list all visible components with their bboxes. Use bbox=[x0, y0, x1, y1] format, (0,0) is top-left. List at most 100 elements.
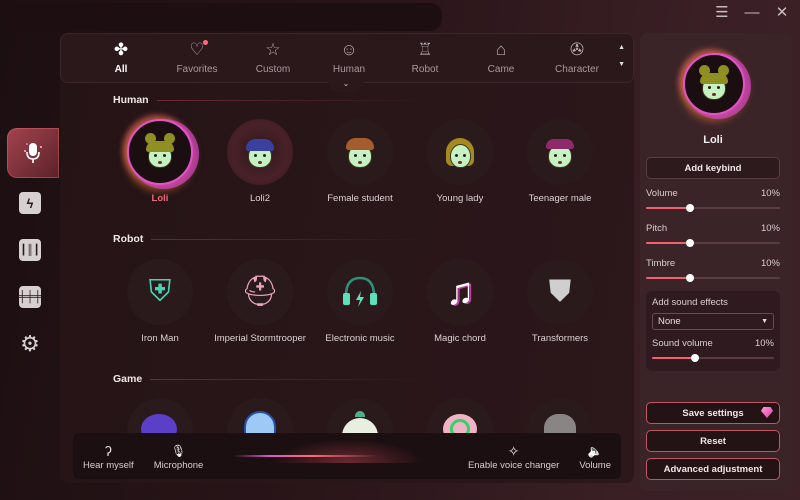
minimize-icon[interactable]: — bbox=[744, 4, 760, 22]
voice-name: Magic chord bbox=[434, 333, 486, 344]
gamepad-icon: ⌂ bbox=[495, 40, 507, 59]
voice-avatar: ⛊ bbox=[527, 259, 593, 325]
timbre-slider[interactable]: Timbre 10% bbox=[646, 258, 780, 282]
voice-name: Teenager male bbox=[528, 193, 592, 204]
female-student-face-icon bbox=[340, 132, 380, 172]
loli2-face-icon bbox=[240, 132, 280, 172]
save-settings-button[interactable]: Save settings bbox=[646, 402, 780, 424]
tab-human[interactable]: ☺ Human bbox=[311, 34, 387, 82]
gear-icon: ⚙ bbox=[20, 331, 40, 356]
tab-all[interactable]: ✤ All bbox=[83, 34, 159, 82]
reset-button[interactable]: Reset bbox=[646, 430, 780, 452]
clover-icon: ✤ bbox=[113, 40, 129, 59]
notification-dot bbox=[202, 40, 208, 45]
section-title-robot: Robot bbox=[113, 233, 427, 245]
voice-item-teenager-male[interactable]: Teenager male bbox=[510, 119, 610, 204]
hear-myself-button[interactable]: ʔ Hear myself bbox=[73, 442, 144, 471]
voice-item-female-student[interactable]: Female student bbox=[310, 119, 410, 204]
slider-value: 10% bbox=[760, 258, 780, 269]
sliders-icon: ╪╪╪ bbox=[18, 286, 42, 308]
slider-track[interactable] bbox=[646, 274, 780, 282]
tab-label: Custom bbox=[255, 64, 291, 75]
sound-volume-slider[interactable]: Sound volume 10% bbox=[652, 338, 774, 362]
slider-thumb[interactable] bbox=[686, 274, 695, 282]
tab-label: Character bbox=[555, 64, 599, 75]
voice-item-electronic-music[interactable]: Electronic music bbox=[310, 259, 410, 344]
microphone-icon bbox=[24, 143, 42, 163]
person-icon: ☺ bbox=[340, 40, 358, 59]
speaker-icon: 🔈 bbox=[587, 443, 603, 458]
section-divider bbox=[156, 99, 432, 101]
enable-voice-changer-label: Enable voice changer bbox=[467, 459, 560, 471]
voice-changer-app: ☰ — ✕ ϟ ┃║┃ ╪╪╪ ⚙ ✤ All ♡ Favorites ☆ Cu… bbox=[0, 0, 800, 500]
add-keybind-button[interactable]: Add keybind bbox=[646, 157, 780, 179]
volume-button[interactable]: 🔈 Volume bbox=[569, 442, 621, 471]
slider-track[interactable] bbox=[646, 239, 780, 247]
teenager-male-face-icon bbox=[540, 132, 580, 172]
advanced-adjustment-button[interactable]: Advanced adjustment bbox=[646, 458, 780, 480]
loli-face-icon bbox=[694, 64, 734, 104]
sidebar-item-soundboard[interactable]: ϟ bbox=[8, 181, 52, 225]
slider-track[interactable] bbox=[652, 354, 774, 362]
microphone-button[interactable]: 🎙 Microphone bbox=[144, 442, 214, 471]
section-divider bbox=[150, 378, 426, 380]
voice-item-magic-chord[interactable]: ♫ Magic chord bbox=[410, 259, 510, 344]
voice-item-iron-man[interactable]: ⛨ Iron Man bbox=[110, 259, 210, 344]
tab-favorites[interactable]: ♡ Favorites bbox=[159, 34, 235, 82]
section-label: Game bbox=[113, 373, 143, 385]
voice-avatar: ♫ bbox=[427, 259, 493, 325]
close-icon[interactable]: ✕ bbox=[774, 4, 790, 22]
title-bar-area bbox=[6, 3, 442, 31]
pitch-slider[interactable]: Pitch 10% bbox=[646, 223, 780, 247]
slider-value: 10% bbox=[754, 338, 774, 349]
slider-track[interactable] bbox=[646, 204, 780, 212]
voice-avatar bbox=[227, 119, 293, 185]
scroll-up-icon[interactable]: ▲ bbox=[618, 44, 625, 51]
voice-name: Female student bbox=[327, 193, 393, 204]
bottom-control-bar: ʔ Hear myself 🎙 Microphone ✧ Enable voic… bbox=[73, 433, 621, 479]
menu-icon[interactable]: ☰ bbox=[714, 4, 730, 22]
sidebar-item-audio-library[interactable]: ┃║┃ bbox=[8, 228, 52, 272]
premium-gem-icon bbox=[761, 407, 773, 418]
voice-item-young-lady[interactable]: Young lady bbox=[410, 119, 510, 204]
voice-item-imperial-stormtrooper[interactable]: ⛑ Imperial Stormtrooper bbox=[210, 259, 310, 344]
young-lady-face-icon bbox=[440, 132, 480, 172]
enable-voice-changer-button[interactable]: ✧ Enable voice changer bbox=[458, 442, 569, 471]
sound-effects-select[interactable]: None ▼ bbox=[652, 313, 774, 330]
tab-label: Robot bbox=[411, 64, 439, 75]
voice-avatar bbox=[327, 119, 393, 185]
tab-game[interactable]: ⌂ Came bbox=[463, 34, 539, 82]
slider-value: 10% bbox=[760, 223, 780, 234]
slider-label: Timbre bbox=[646, 258, 676, 269]
voice-name: Iron Man bbox=[141, 333, 179, 344]
voice-item-loli2[interactable]: Loli2 bbox=[210, 119, 310, 204]
hear-myself-label: Hear myself bbox=[83, 459, 134, 471]
waveform-icon: ┃║┃ bbox=[19, 239, 41, 261]
tab-custom[interactable]: ☆ Custom bbox=[235, 34, 311, 82]
voice-avatar: ⛨ bbox=[127, 259, 193, 325]
sidebar-item-equalizer[interactable]: ╪╪╪ bbox=[8, 275, 52, 319]
film-reel-icon: ✇ bbox=[569, 40, 585, 59]
slider-thumb[interactable] bbox=[686, 239, 695, 247]
sound-effects-label: Add sound effects bbox=[652, 297, 728, 308]
slider-thumb[interactable] bbox=[690, 354, 699, 362]
voice-avatar bbox=[427, 119, 493, 185]
ear-icon: ʔ bbox=[104, 442, 112, 459]
category-tabs: ✤ All ♡ Favorites ☆ Custom ☺ Human ♖ Rob… bbox=[60, 33, 634, 83]
sidebar-item-voice-changer[interactable] bbox=[7, 128, 59, 178]
voice-item-loli[interactable]: Loli bbox=[110, 119, 210, 204]
tab-robot[interactable]: ♖ Robot bbox=[387, 34, 463, 82]
tab-character[interactable]: ✇ Character bbox=[539, 34, 615, 82]
selected-voice-name: Loli bbox=[703, 134, 723, 146]
sidebar: ϟ ┃║┃ ╪╪╪ ⚙ bbox=[0, 128, 60, 369]
sidebar-item-settings[interactable]: ⚙ bbox=[8, 322, 52, 366]
tab-label: All bbox=[114, 64, 128, 75]
slider-label: Pitch bbox=[646, 223, 668, 234]
voice-name: Electronic music bbox=[325, 333, 395, 344]
robot-icon: ♖ bbox=[417, 40, 433, 59]
scroll-down-icon[interactable]: ▼ bbox=[618, 61, 625, 68]
voice-item-transformers[interactable]: ⛊ Transformers bbox=[510, 259, 610, 344]
slider-thumb[interactable] bbox=[686, 204, 695, 212]
volume-slider[interactable]: Volume 10% bbox=[646, 188, 780, 212]
collapse-tabs-button[interactable]: ⌄ bbox=[328, 80, 364, 92]
